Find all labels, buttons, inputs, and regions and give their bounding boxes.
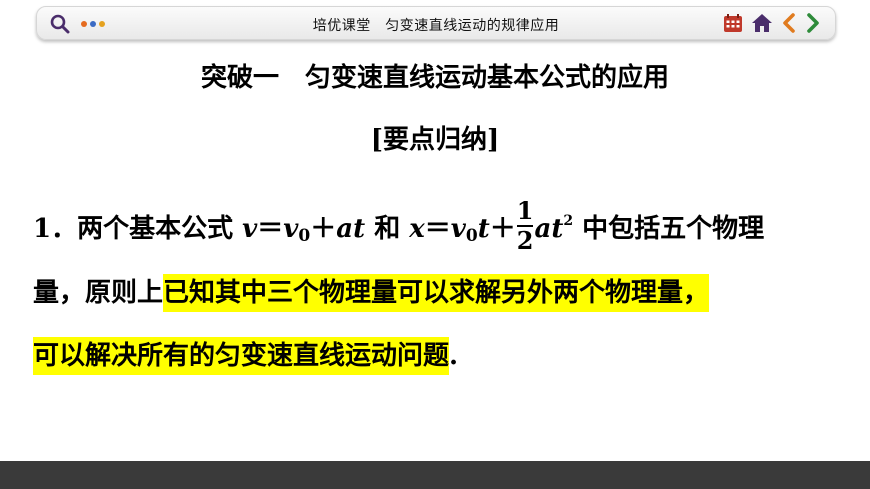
- home-icon[interactable]: [751, 13, 773, 33]
- paragraph-line-3: 可以解决所有的匀变速直线运动问题.: [33, 337, 843, 375]
- highlighted-text-1: 已知其中三个物理量可以求解另外两个物理量，: [163, 274, 710, 312]
- line2-start-text: 量，原则上: [33, 278, 164, 308]
- highlighted-text-2: 可以解决所有的匀变速直线运动问题: [33, 337, 450, 375]
- top-toolbar: 培优课堂 匀变速直线运动的规律应用: [36, 6, 836, 40]
- bottom-bar: [0, 461, 870, 489]
- page-title: 培优课堂 匀变速直线运动的规律应用: [312, 18, 560, 34]
- nav-buttons: [723, 13, 821, 33]
- fraction-one-half: 12: [516, 196, 534, 255]
- paragraph-line-1: 1．两个基本公式 v＝v0＋at 和 x＝v0t＋ 1 2 at2 中包括五个物理: [33, 196, 843, 257]
- sentence-end: .: [449, 341, 459, 371]
- after-formula-text: 中包括五个物理: [582, 214, 765, 244]
- section-heading: 突破一 匀变速直线运动基本公式的应用: [200, 63, 669, 93]
- formula-velocity: v＝v0＋at: [242, 214, 366, 246]
- conjunction-text: 和: [374, 214, 401, 244]
- calendar-grid-icon[interactable]: [723, 13, 743, 33]
- chevron-left-icon[interactable]: [781, 13, 797, 33]
- section-subheading: [要点归纳]: [370, 125, 500, 155]
- item-number: 1．: [33, 214, 78, 244]
- intro-text: 两个基本公式: [77, 214, 234, 244]
- chevron-right-icon[interactable]: [805, 13, 821, 33]
- paragraph-line-2: 量，原则上已知其中三个物理量可以求解另外两个物理量，: [33, 274, 843, 312]
- formula-displacement: x＝v0t＋ 1 2 at2: [409, 196, 574, 255]
